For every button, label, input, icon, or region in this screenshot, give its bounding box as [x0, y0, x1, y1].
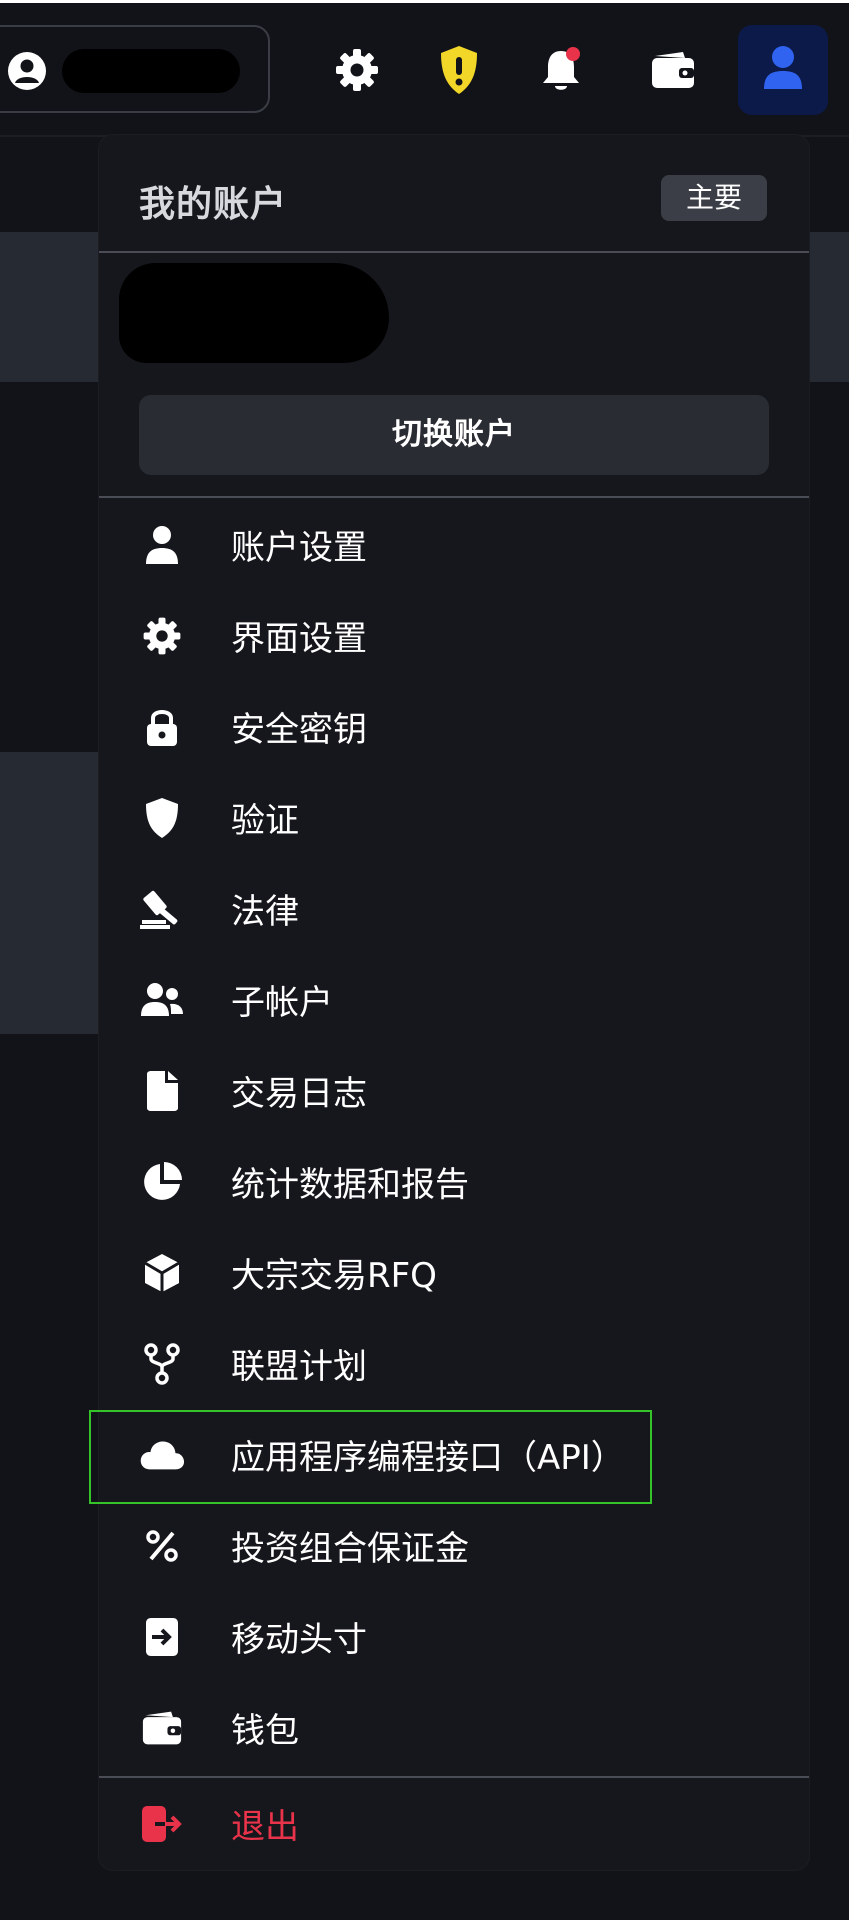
top-bar: [0, 3, 849, 135]
menu-item-label: 安全密钥: [231, 710, 367, 750]
logout-icon: [139, 1801, 185, 1847]
menu-item-label: 钱包: [231, 1711, 299, 1751]
menu-item-legal[interactable]: 法律: [99, 863, 809, 954]
menu-item-verification[interactable]: 验证: [99, 772, 809, 863]
wallet-icon: [139, 1705, 185, 1751]
branch-icon: [139, 1341, 185, 1387]
shield-alert-icon[interactable]: [432, 43, 486, 97]
menu-item-label: 移动头寸: [231, 1620, 367, 1660]
menu-item-label: 投资组合保证金: [231, 1529, 469, 1569]
menu-item-statistics[interactable]: 统计数据和报告: [99, 1136, 809, 1227]
gear-icon[interactable]: [330, 43, 384, 97]
highlight-box: [89, 1410, 652, 1504]
menu-item-portfolio-margin[interactable]: 投资组合保证金: [99, 1500, 809, 1591]
menu-item-move-positions[interactable]: 移动头寸: [99, 1591, 809, 1682]
user-icon: [761, 43, 805, 97]
menu-item-label: 子帐户: [231, 983, 333, 1023]
menu-item-subaccounts[interactable]: 子帐户: [99, 954, 809, 1045]
account-dropdown-menu: 我的账户 主要 切换账户 账户设置 界面设置 安全密钥 验证 法律 子帐户 交易…: [99, 135, 809, 1870]
primary-badge: 主要: [661, 175, 767, 221]
menu-title: 我的账户: [139, 184, 288, 225]
switch-account-button[interactable]: 切换账户: [139, 395, 769, 475]
redacted-account-name: [62, 49, 240, 93]
menu-item-label: 大宗交易RFQ: [231, 1256, 437, 1296]
redacted-account-info: [119, 263, 389, 363]
menu-item-affiliate[interactable]: 联盟计划: [99, 1318, 809, 1409]
menu-item-block-rfq[interactable]: 大宗交易RFQ: [99, 1227, 809, 1318]
users-icon: [139, 977, 185, 1023]
user-icon: [139, 522, 185, 568]
percent-icon: [139, 1523, 185, 1569]
pie-chart-icon: [139, 1159, 185, 1205]
menu-item-label: 统计数据和报告: [231, 1165, 469, 1205]
background-panel: [0, 752, 99, 1034]
wallet-icon[interactable]: [646, 43, 700, 97]
divider: [99, 496, 809, 498]
menu-item-account-settings[interactable]: 账户设置: [99, 499, 809, 590]
menu-item-security-keys[interactable]: 安全密钥: [99, 681, 809, 772]
menu-item-label: 交易日志: [231, 1074, 367, 1114]
menu-item-trade-log[interactable]: 交易日志: [99, 1045, 809, 1136]
menu-item-interface-settings[interactable]: 界面设置: [99, 590, 809, 681]
menu-item-label: 法律: [231, 892, 299, 932]
account-selector[interactable]: [0, 25, 270, 113]
gear-icon: [139, 613, 185, 659]
file-icon: [139, 1068, 185, 1114]
menu-item-logout[interactable]: 退出: [99, 1778, 809, 1869]
menu-item-label: 验证: [231, 801, 299, 841]
divider: [99, 251, 809, 253]
lock-icon: [139, 704, 185, 750]
profile-button[interactable]: [738, 25, 828, 115]
menu-item-label: 联盟计划: [231, 1347, 367, 1387]
menu-item-wallet[interactable]: 钱包: [99, 1682, 809, 1773]
cube-icon: [139, 1250, 185, 1296]
menu-item-label: 界面设置: [231, 619, 367, 659]
menu-header: 我的账户 主要: [99, 135, 809, 253]
gavel-icon: [139, 886, 185, 932]
background-panel: [0, 232, 99, 382]
menu-item-label: 退出: [231, 1807, 299, 1847]
transfer-icon: [139, 1614, 185, 1660]
user-circle-icon: [7, 51, 47, 91]
bell-icon[interactable]: [534, 43, 588, 97]
menu-item-label: 账户设置: [231, 528, 367, 568]
background-panel: [809, 232, 849, 382]
shield-icon: [139, 795, 185, 841]
